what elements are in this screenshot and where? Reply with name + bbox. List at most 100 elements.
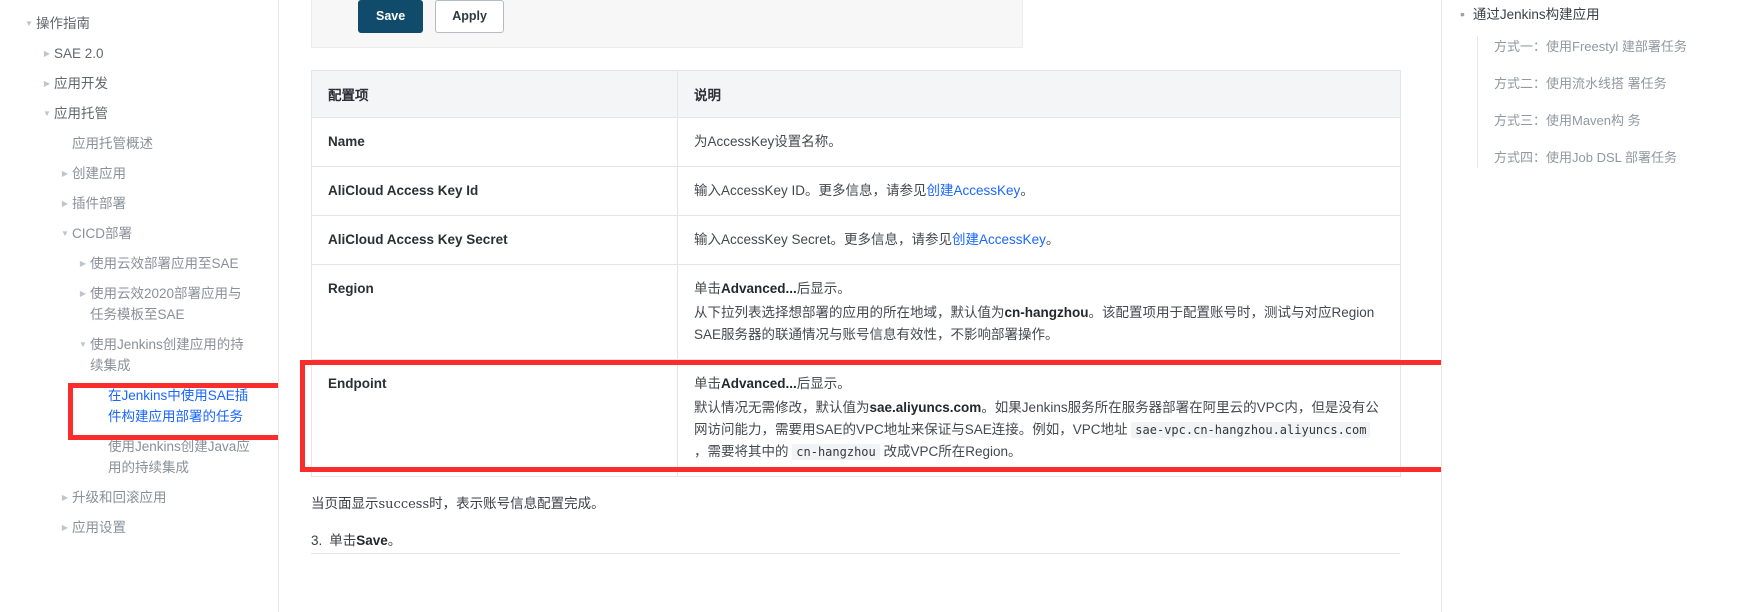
table-row: Region 单击Advanced...后显示。 从下拉列表选择想部署的应用的所在地… <box>311 264 1401 360</box>
table-row: Endpoint 单击Advanced...后显示。 默认情况无需修改，默认值为sa… <box>311 359 1401 477</box>
create-accesskey-link[interactable]: 创建AccessKey <box>927 183 1021 198</box>
description-line: 输入AccessKey Secret。更多信息，请参见创建AccessKey。 <box>694 229 1384 251</box>
bullet-icon: • <box>1460 6 1465 22</box>
sidebar-item-label: 应用开发 <box>54 75 108 91</box>
sidebar-item-label: 使用云效部署应用至SAE <box>90 255 239 271</box>
step-3-text: 单击Save。 <box>329 530 401 552</box>
step-3-prefix: 单击 <box>329 533 357 548</box>
sidebar-item-label: 插件部署 <box>72 195 126 211</box>
description-text: 单击 <box>694 281 721 296</box>
description-text: 后显示。 <box>796 376 851 391</box>
chevron-down-icon[interactable]: ▼ <box>40 103 54 124</box>
description-text: 。 <box>1020 183 1034 198</box>
sidebar-item-label: 应用托管 <box>54 105 108 121</box>
config-item-description: 单击Advanced...后显示。 默认情况无需修改，默认值为sae.aliyun… <box>677 359 1401 477</box>
table-row: AliCloud Access Key Secret 输入AccessKey Se… <box>311 215 1401 265</box>
emphasis-text: cn-hangzhou <box>1004 305 1089 320</box>
config-item-name: Region <box>311 264 678 360</box>
toc-children-list: 方式一：使用Freestyl 建部署任务 方式二：使用流水线搭 署任务 方式三：使用… <box>1477 36 1763 168</box>
toc-top-item-label: 通过Jenkins构建应用 <box>1472 7 1600 22</box>
sidebar-item-7[interactable]: ▼ CICD部署 <box>0 218 262 248</box>
toc-child-item[interactable]: 方式二：使用流水线搭 署任务 <box>1494 73 1763 94</box>
right-toc-sidebar: • 通过Jenkins构建应用 方式一：使用Freestyl 建部署任务 方式二：… <box>1441 0 1763 612</box>
sidebar-item-5[interactable]: ▶ 创建应用 <box>0 158 262 188</box>
sidebar-item-label: CICD部署 <box>72 225 132 241</box>
column-header-description: 说明 <box>677 70 1401 118</box>
chevron-down-icon[interactable]: ▼ <box>58 223 72 244</box>
step-3-number: 3. <box>311 533 323 548</box>
description-line: 默认情况无需修改，默认值为sae.aliyuncs.com。如果Jenkins服… <box>694 397 1384 463</box>
save-button[interactable]: Save <box>358 0 424 33</box>
description-text: 为AccessKey设置名称。 <box>694 134 842 149</box>
chevron-right-icon[interactable]: ▶ <box>76 283 90 304</box>
sidebar-item-label: SAE 2.0 <box>54 45 104 61</box>
config-item-description: 为AccessKey设置名称。 <box>677 117 1401 167</box>
success-note-prefix: 当页面显示 <box>311 496 379 511</box>
chevron-down-icon[interactable]: ▼ <box>76 334 90 355</box>
emphasis-text: Advanced... <box>721 376 797 391</box>
description-text: 后显示。 <box>796 281 851 296</box>
left-sidebar-nav: ▼ 操作指南 ▶ SAE 2.0 ▶ 应用开发 ▼ 应用托管 应用托管概述 ▶ 创建应用 ▶ 插件部署 ▼… <box>0 0 279 612</box>
sidebar-item-3[interactable]: ▼ 应用托管 <box>0 98 262 128</box>
chevron-right-icon[interactable]: ▶ <box>58 163 72 184</box>
sidebar-item-13[interactable]: ▶ 升级和回滚应用 <box>0 482 262 512</box>
emphasis-text: sae.aliyuncs.com <box>869 400 982 415</box>
configuration-table: 配置项 说明 Name 为AccessKey设置名称。 AliCloud Acces… <box>311 70 1401 477</box>
config-item-description: 单击Advanced...后显示。 从下拉列表选择想部署的应用的所在地域，默认值为… <box>677 264 1401 360</box>
content-bottom-divider <box>311 553 1400 554</box>
toc-top-item[interactable]: • 通过Jenkins构建应用 <box>1456 4 1763 27</box>
sidebar-item-1[interactable]: ▶ SAE 2.0 <box>0 38 262 68</box>
sidebar-item-10[interactable]: ▼ 使用Jenkins创建应用的持续集成 <box>0 329 262 380</box>
documentation-page: ▼ 操作指南 ▶ SAE 2.0 ▶ 应用开发 ▼ 应用托管 应用托管概述 ▶ 创建应用 ▶ 插件部署 ▼… <box>0 0 1763 612</box>
description-line: 单击Advanced...后显示。 <box>694 278 1384 300</box>
create-accesskey-link[interactable]: 创建AccessKey <box>952 232 1046 247</box>
description-text: 。 <box>1045 232 1060 247</box>
step-3-bold: Save <box>356 533 388 548</box>
config-item-name: AliCloud Access Key Id <box>311 166 678 216</box>
sidebar-item-label: 使用云效2020部署应用与任务模板至SAE <box>90 285 242 322</box>
toc-child-item[interactable]: 方式三：使用Maven构 务 <box>1494 110 1763 131</box>
sidebar-item-9[interactable]: ▶ 使用云效2020部署应用与任务模板至SAE <box>0 278 262 329</box>
toc-child-item[interactable]: 方式四：使用Job DSL 部署任务 <box>1494 147 1763 168</box>
sidebar-item-label: 应用托管概述 <box>72 135 153 151</box>
description-text: ，需要将其中的 <box>694 444 793 459</box>
emphasis-text: Advanced... <box>721 281 797 296</box>
sidebar-item-label: 升级和回滚应用 <box>72 489 167 505</box>
config-item-description: 输入AccessKey ID。更多信息，请参见创建AccessKey。 <box>677 166 1401 216</box>
table-row: AliCloud Access Key Id 输入AccessKey ID。更多信… <box>311 166 1401 216</box>
form-action-panel: Save Apply <box>311 0 1023 48</box>
chevron-right-icon[interactable]: ▶ <box>58 193 72 214</box>
description-text: 输入AccessKey Secret。更多信息，请参见 <box>694 232 953 247</box>
apply-button[interactable]: Apply <box>435 0 504 33</box>
table-head: 配置项 说明 <box>311 70 1401 118</box>
sidebar-item-8[interactable]: ▶ 使用云效部署应用至SAE <box>0 248 262 278</box>
sidebar-item-14[interactable]: ▶ 应用设置 <box>0 512 262 542</box>
column-header-config-item: 配置项 <box>311 70 678 118</box>
inline-code: cn-hangzhou <box>792 444 880 460</box>
toc-child-item[interactable]: 方式一：使用Freestyl 建部署任务 <box>1494 36 1763 57</box>
chevron-right-icon[interactable]: ▶ <box>76 253 90 274</box>
sidebar-item-label: 使用Jenkins创建应用的持续集成 <box>90 336 244 373</box>
sidebar-item-4[interactable]: 应用托管概述 <box>0 128 262 158</box>
chevron-right-icon[interactable]: ▶ <box>40 43 54 64</box>
sidebar-item-6[interactable]: ▶ 插件部署 <box>0 188 262 218</box>
sidebar-item-12[interactable]: 使用Jenkins创建Java应用的持续集成 <box>0 431 262 482</box>
description-line: 为AccessKey设置名称。 <box>694 131 1384 153</box>
sidebar-item-0[interactable]: ▼ 操作指南 <box>0 8 262 38</box>
description-text: 默认情况无需修改，默认值为 <box>694 400 870 415</box>
config-item-name: AliCloud Access Key Secret <box>311 215 678 265</box>
sidebar-item-2[interactable]: ▶ 应用开发 <box>0 68 262 98</box>
chevron-right-icon[interactable]: ▶ <box>58 517 72 538</box>
description-line: 从下拉列表选择想部署的应用的所在地域，默认值为cn-hangzhou。该配置项用… <box>694 302 1384 346</box>
table-row: Name 为AccessKey设置名称。 <box>311 117 1401 167</box>
sidebar-item-label: 操作指南 <box>36 15 90 31</box>
chevron-right-icon[interactable]: ▶ <box>40 73 54 94</box>
chevron-down-icon[interactable]: ▼ <box>22 13 36 34</box>
chevron-right-icon[interactable]: ▶ <box>58 487 72 508</box>
description-text: 输入AccessKey ID。更多信息，请参见 <box>694 183 927 198</box>
success-note: 当页面显示success时，表示账号信息配置完成。 <box>311 493 1441 516</box>
table-body: Name 为AccessKey设置名称。 AliCloud Access Key I… <box>311 117 1401 477</box>
sidebar-item-11[interactable]: 在Jenkins中使用SAE插件构建应用部署的任务 <box>0 380 262 431</box>
description-text: 从下拉列表选择想部署的应用的所在地域，默认值为 <box>694 305 1005 320</box>
description-line: 输入AccessKey ID。更多信息，请参见创建AccessKey。 <box>694 180 1384 202</box>
